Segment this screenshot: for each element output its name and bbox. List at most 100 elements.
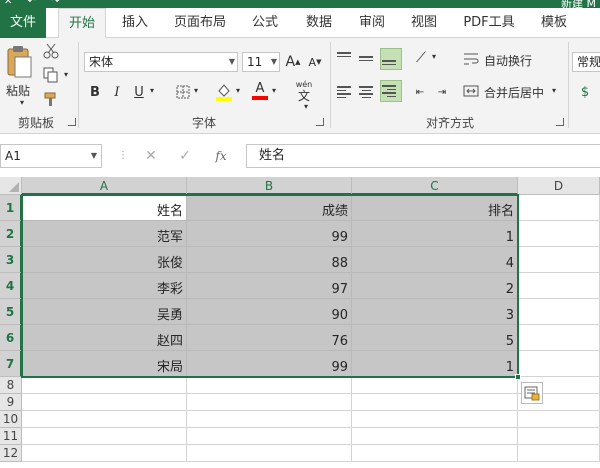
select-all-corner[interactable] — [0, 177, 22, 195]
cell-b8[interactable] — [187, 377, 352, 394]
paste-icon[interactable] — [4, 44, 34, 80]
align-left-icon[interactable] — [336, 82, 356, 102]
cell-c5[interactable]: 3 — [352, 299, 518, 325]
cell-a5[interactable]: 吴勇 — [22, 299, 187, 325]
cell-a11[interactable] — [22, 428, 187, 445]
tab-data[interactable]: 数据 — [296, 8, 342, 38]
font-size-combo[interactable]: 11 ▼ — [242, 52, 280, 72]
cell-d2[interactable] — [518, 221, 600, 247]
copy-dropdown-icon[interactable]: ▾ — [64, 70, 68, 79]
cell-d4[interactable] — [518, 273, 600, 299]
cell-c10[interactable] — [352, 411, 518, 428]
font-name-combo[interactable]: 宋体 ▼ — [84, 52, 238, 72]
cell-b3[interactable]: 88 — [187, 247, 352, 273]
cell-d3[interactable] — [518, 247, 600, 273]
paste-label[interactable]: 粘贴 — [6, 82, 30, 99]
merge-dropdown-icon[interactable]: ▾ — [552, 86, 556, 95]
orientation-icon[interactable]: ⟋ — [410, 48, 432, 68]
tab-review[interactable]: 审阅 — [350, 8, 394, 38]
cell-c2[interactable]: 1 — [352, 221, 518, 247]
tab-file[interactable]: 文件 — [0, 8, 46, 38]
row-header-6[interactable]: 6 — [0, 325, 22, 351]
tab-pdf-tools[interactable]: PDF工具 — [456, 8, 522, 38]
tab-page-layout[interactable]: 页面布局 — [168, 8, 232, 38]
cut-icon[interactable] — [42, 42, 60, 60]
row-header-4[interactable]: 4 — [0, 273, 22, 299]
underline-dropdown-icon[interactable]: ▾ — [150, 86, 154, 95]
cell-c12[interactable] — [352, 445, 518, 462]
alignment-launcher-icon[interactable] — [556, 118, 564, 126]
fill-color-dropdown-icon[interactable]: ▾ — [236, 86, 240, 95]
wrap-text-icon[interactable] — [462, 50, 480, 68]
underline-button[interactable]: U — [130, 82, 148, 102]
row-header-2[interactable]: 2 — [0, 221, 22, 247]
cell-d5[interactable] — [518, 299, 600, 325]
cell-d10[interactable] — [518, 411, 600, 428]
cell-c4[interactable]: 2 — [352, 273, 518, 299]
cell-a1[interactable]: 姓名 — [22, 195, 187, 221]
tab-templates[interactable]: 模板 — [532, 8, 576, 38]
cell-c11[interactable] — [352, 428, 518, 445]
row-header-5[interactable]: 5 — [0, 299, 22, 325]
quick-analysis-icon[interactable] — [521, 382, 543, 404]
format-painter-icon[interactable] — [42, 90, 60, 108]
column-header-a[interactable]: A — [22, 177, 187, 195]
font-color-dropdown-icon[interactable]: ▾ — [272, 86, 276, 95]
cell-c9[interactable] — [352, 394, 518, 411]
cell-d7[interactable] — [518, 351, 600, 377]
border-icon[interactable] — [174, 82, 192, 102]
cell-b7[interactable]: 99 — [187, 351, 352, 377]
align-middle-icon[interactable] — [358, 48, 378, 68]
align-center-icon[interactable] — [358, 82, 378, 102]
grow-font-button[interactable]: A ▲ — [284, 52, 302, 72]
decrease-indent-icon[interactable]: ⇤ — [410, 82, 430, 102]
border-dropdown-icon[interactable]: ▾ — [194, 86, 198, 95]
tab-formulas[interactable]: 公式 — [242, 8, 288, 38]
merge-center-button[interactable]: 合并后居中 — [484, 84, 544, 101]
align-right-icon[interactable] — [380, 80, 402, 102]
enter-icon[interactable]: ✓ — [174, 146, 196, 166]
formula-input[interactable]: 姓名 — [246, 144, 600, 168]
merge-center-icon[interactable] — [462, 82, 480, 100]
cell-a4[interactable]: 李彩 — [22, 273, 187, 299]
align-bottom-icon[interactable] — [380, 48, 402, 70]
orientation-dropdown-icon[interactable]: ▾ — [432, 52, 436, 61]
column-header-c[interactable]: C — [352, 177, 518, 195]
italic-button[interactable]: I — [108, 82, 126, 102]
row-header-8[interactable]: 8 — [0, 377, 22, 394]
currency-format-icon[interactable]: $ — [574, 82, 596, 102]
font-launcher-icon[interactable] — [316, 118, 324, 126]
quick-access-toolbar[interactable]: ✕ ↶ ↷ — [4, 0, 66, 7]
cell-c8[interactable] — [352, 377, 518, 394]
name-box[interactable]: A1 ▼ — [0, 144, 102, 168]
row-header-3[interactable]: 3 — [0, 247, 22, 273]
row-header-12[interactable]: 12 — [0, 445, 22, 462]
row-header-9[interactable]: 9 — [0, 394, 22, 411]
cell-c6[interactable]: 5 — [352, 325, 518, 351]
tab-home[interactable]: 开始 — [58, 8, 106, 39]
cell-b6[interactable]: 76 — [187, 325, 352, 351]
row-header-1[interactable]: 1 — [0, 195, 22, 221]
phonetic-guide-button[interactable]: wén 文 — [292, 78, 316, 104]
cell-a7[interactable]: 宋局 — [22, 351, 187, 377]
cell-c7[interactable]: 1 — [352, 351, 518, 377]
cell-b12[interactable] — [187, 445, 352, 462]
row-header-11[interactable]: 11 — [0, 428, 22, 445]
cell-d11[interactable] — [518, 428, 600, 445]
cell-b5[interactable]: 90 — [187, 299, 352, 325]
cell-d1[interactable] — [518, 195, 600, 221]
phonetic-dropdown-icon[interactable]: ▾ — [304, 102, 308, 111]
cell-d12[interactable] — [518, 445, 600, 462]
cell-a8[interactable] — [22, 377, 187, 394]
cell-c1[interactable]: 排名 — [352, 195, 518, 221]
clipboard-launcher-icon[interactable] — [68, 118, 76, 126]
column-header-d[interactable]: D — [518, 177, 600, 195]
row-header-10[interactable]: 10 — [0, 411, 22, 428]
cell-b2[interactable]: 99 — [187, 221, 352, 247]
row-header-7[interactable]: 7 — [0, 351, 22, 377]
tab-view[interactable]: 视图 — [402, 8, 446, 38]
cell-b10[interactable] — [187, 411, 352, 428]
worksheet-grid[interactable]: A B C D 1 姓名 成绩 排名 2 范军 99 1 3 张俊 88 4 4 李彩 97 2 5 吴勇 90 3 6 赵四 76… — [0, 177, 600, 468]
align-top-icon[interactable] — [336, 48, 356, 68]
cell-b9[interactable] — [187, 394, 352, 411]
